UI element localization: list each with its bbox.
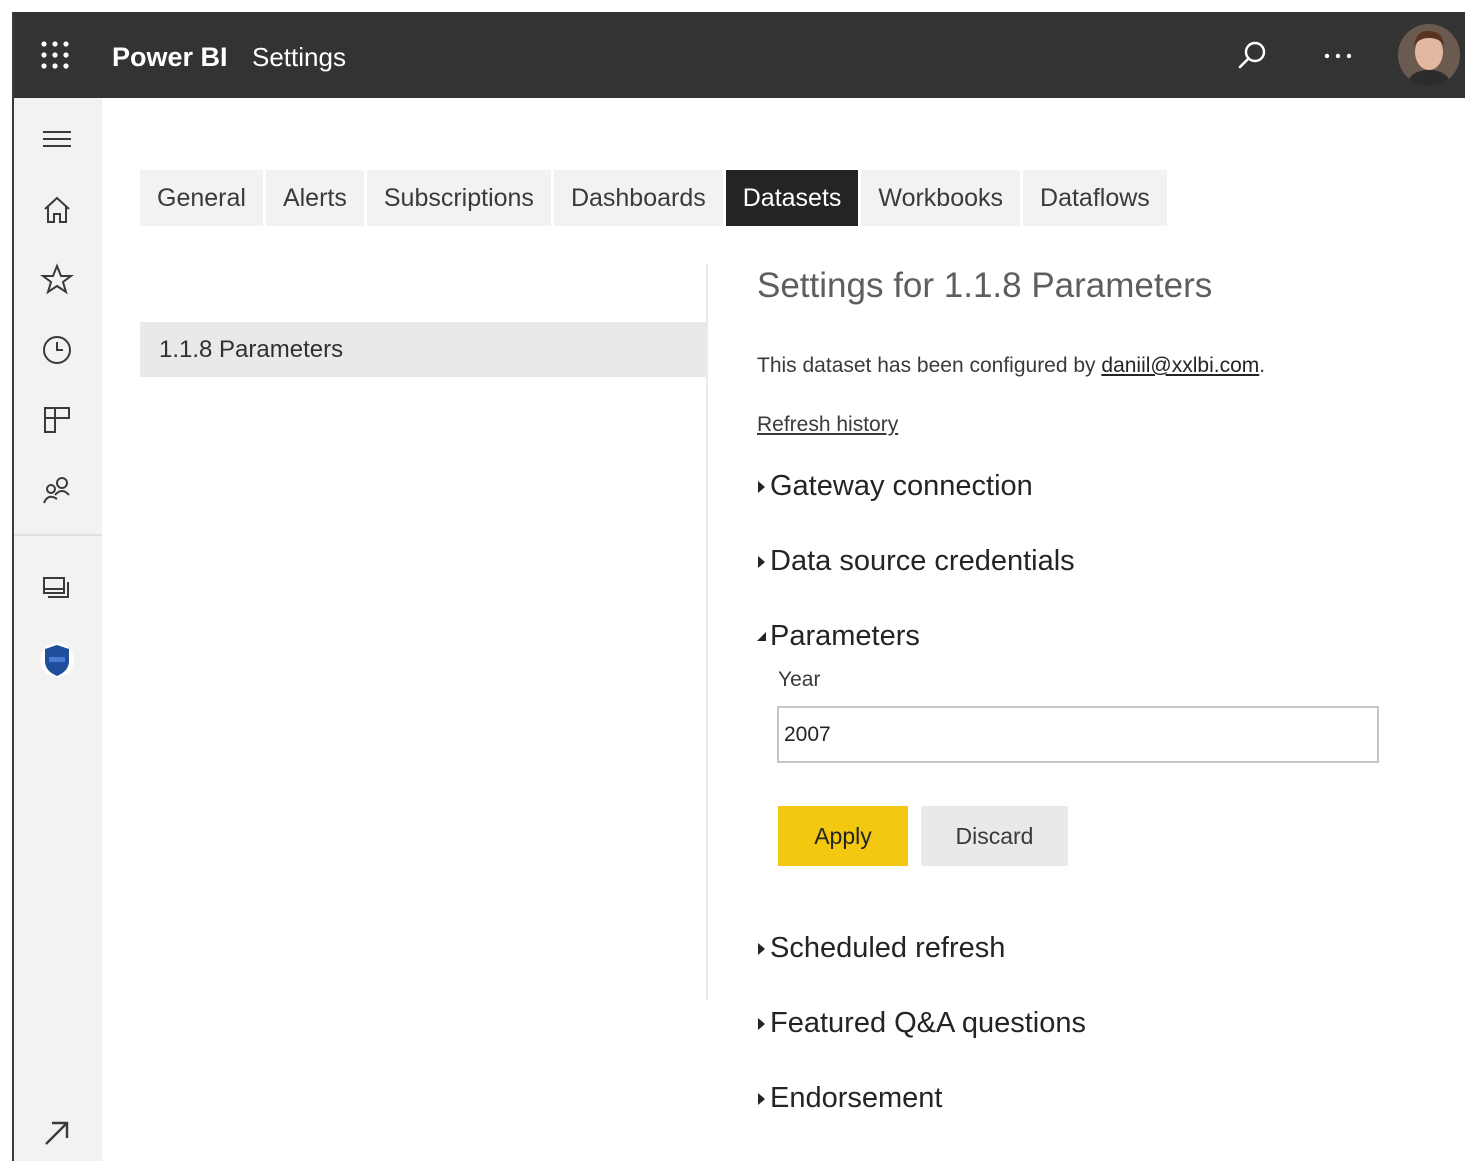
section-label: Featured Q&A questions <box>770 1007 1086 1039</box>
settings-tabs: General Alerts Subscriptions Dashboards … <box>140 170 1170 226</box>
tab-general[interactable]: General <box>140 170 263 226</box>
clock-icon[interactable] <box>38 331 76 369</box>
top-bar: Power BI Settings <box>14 12 1465 98</box>
tab-datasets[interactable]: Datasets <box>725 170 859 226</box>
left-nav <box>14 98 102 1161</box>
configured-by-suffix: . <box>1259 354 1266 377</box>
caret-right-icon <box>754 1016 770 1032</box>
star-icon[interactable] <box>38 261 76 299</box>
hamburger-icon[interactable] <box>38 120 76 158</box>
nav-divider <box>14 534 102 536</box>
owner-email-link[interactable]: daniil@xxlbi.com <box>1101 354 1259 377</box>
section-endorsement[interactable]: Endorsement <box>754 1082 943 1115</box>
tab-dataflows[interactable]: Dataflows <box>1023 170 1167 226</box>
configured-by-prefix: This dataset has been configured by <box>757 354 1102 377</box>
configured-by-text: This dataset has been configured by dani… <box>757 354 1265 378</box>
apply-button[interactable]: Apply <box>778 806 908 866</box>
section-gateway-connection[interactable]: Gateway connection <box>754 470 1033 503</box>
home-icon[interactable] <box>38 191 76 229</box>
tab-subscriptions[interactable]: Subscriptions <box>366 170 551 226</box>
section-parameters[interactable]: Parameters <box>754 620 920 653</box>
section-label: Scheduled refresh <box>770 932 1006 964</box>
section-featured-qna[interactable]: Featured Q&A questions <box>754 1007 1086 1040</box>
dataset-list-item[interactable]: 1.1.8 Parameters <box>140 322 706 377</box>
avatar[interactable] <box>1398 24 1460 86</box>
caret-right-icon <box>754 941 770 957</box>
workspaces-icon[interactable] <box>38 570 76 608</box>
apps-icon[interactable] <box>38 401 76 439</box>
section-label: Parameters <box>770 620 920 652</box>
app-name[interactable]: Power BI <box>112 42 228 73</box>
tab-dashboards[interactable]: Dashboards <box>553 170 723 226</box>
more-options-icon[interactable] <box>1320 38 1356 74</box>
search-icon[interactable] <box>1234 38 1270 74</box>
panel-divider <box>706 264 708 1000</box>
caret-right-icon <box>754 479 770 495</box>
caret-right-icon <box>754 554 770 570</box>
section-label: Endorsement <box>770 1082 943 1114</box>
section-scheduled-refresh[interactable]: Scheduled refresh <box>754 932 1005 965</box>
parameter-label-year: Year <box>778 668 821 691</box>
section-data-source-credentials[interactable]: Data source credentials <box>754 545 1075 578</box>
shield-workspace-icon[interactable] <box>38 640 76 678</box>
caret-right-icon <box>754 1091 770 1107</box>
section-label: Data source credentials <box>770 545 1075 577</box>
shared-icon[interactable] <box>38 471 76 509</box>
tab-workbooks[interactable]: Workbooks <box>861 170 1021 226</box>
app-launcher-icon[interactable] <box>40 40 70 70</box>
tab-alerts[interactable]: Alerts <box>265 170 364 226</box>
expand-arrow-icon[interactable] <box>38 1114 76 1152</box>
breadcrumb: Settings <box>252 42 346 72</box>
refresh-history-link[interactable]: Refresh history <box>757 413 898 437</box>
caret-down-icon <box>754 629 770 645</box>
app-window: Power BI Settings General Alerts Subscri… <box>12 12 1465 1161</box>
discard-button[interactable]: Discard <box>921 806 1068 866</box>
section-label: Gateway connection <box>770 470 1033 502</box>
page-title: Settings for 1.1.8 Parameters <box>757 266 1213 305</box>
year-input[interactable] <box>777 706 1379 763</box>
